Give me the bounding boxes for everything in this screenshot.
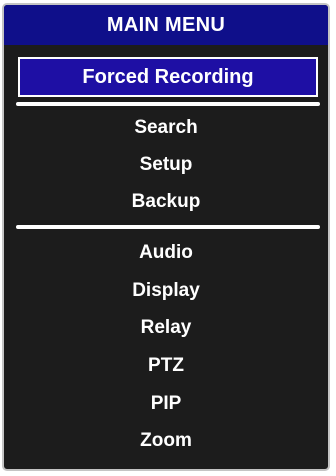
menu-item-forced-recording[interactable]: Forced Recording [18,57,318,97]
menu-item-zoom[interactable]: Zoom [4,425,328,457]
menu-divider [16,225,320,229]
menu-item-pip[interactable]: PIP [4,388,328,420]
menu-item-display[interactable]: Display [4,275,328,307]
menu-item-setup[interactable]: Setup [4,149,328,181]
menu-item-search[interactable]: Search [4,112,328,144]
menu-item-backup[interactable]: Backup [4,186,328,218]
menu-item-audio[interactable]: Audio [4,237,328,269]
menu-item-ptz[interactable]: PTZ [4,350,328,382]
menu-title: MAIN MENU [4,5,328,45]
menu-divider [16,102,320,106]
main-menu-panel: MAIN MENU Forced Recording Search Setup … [2,3,330,471]
menu-item-relay[interactable]: Relay [4,312,328,344]
